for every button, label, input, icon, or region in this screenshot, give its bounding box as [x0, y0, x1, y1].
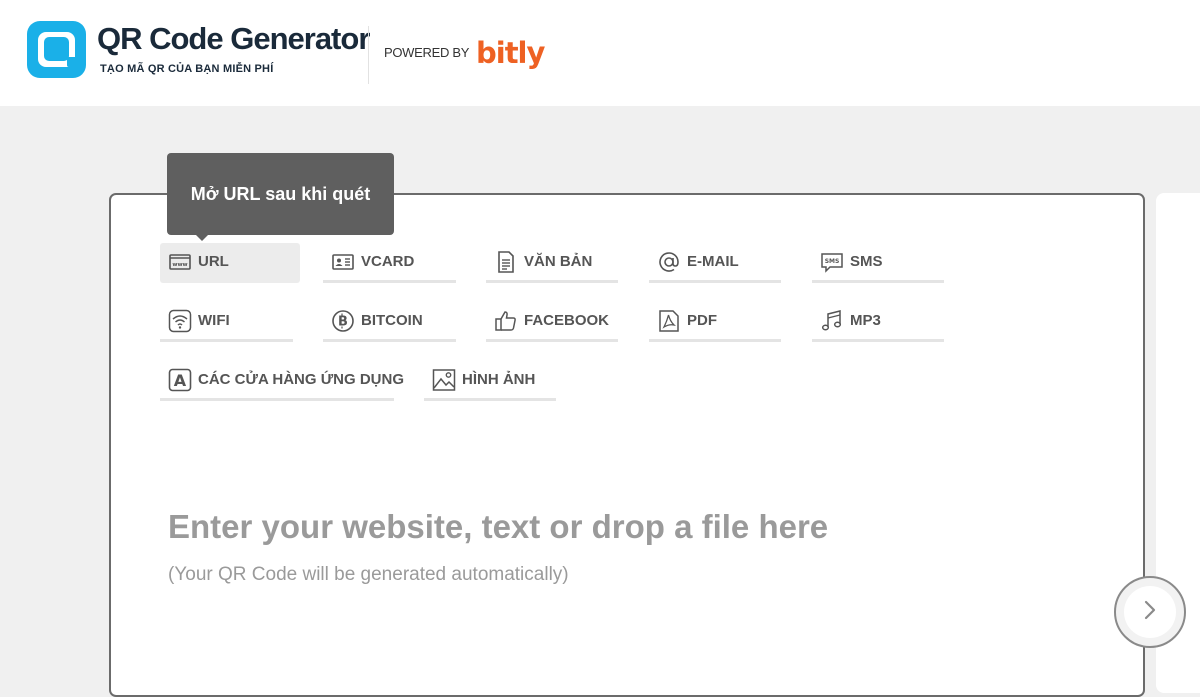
tab-text-label: VĂN BẢN [524, 253, 593, 270]
tab-pdf-label: PDF [687, 312, 717, 329]
brand-subtitle: TẠO MÃ QR CỦA BẠN MIỄN PHÍ [100, 63, 274, 75]
qr-logo-icon[interactable] [27, 21, 86, 78]
tab-mp3-label: MP3 [850, 312, 881, 329]
next-button-inner [1124, 586, 1176, 638]
tab-mp3[interactable]: MP3 [812, 302, 944, 342]
next-button[interactable] [1114, 576, 1186, 648]
tab-image-label: HÌNH ẢNH [462, 371, 536, 388]
brand-title[interactable]: QR Code Generator [97, 20, 370, 58]
text-document-icon [494, 250, 518, 274]
bitly-logo[interactable]: bitly [476, 37, 545, 69]
tab-image[interactable]: HÌNH ẢNH [424, 361, 556, 401]
pdf-icon [657, 309, 681, 333]
tab-wifi-label: WIFI [198, 312, 230, 329]
chevron-right-icon [1141, 599, 1159, 626]
tab-text[interactable]: VĂN BẢN [486, 243, 618, 283]
tab-vcard-label: VCARD [361, 253, 415, 270]
tab-facebook[interactable]: FACEBOOK [486, 302, 618, 342]
tab-url[interactable]: www URL [160, 243, 300, 283]
tab-app-stores[interactable]: A CÁC CỬA HÀNG ỨNG DỤNG [160, 361, 404, 401]
www-icon: www [168, 250, 192, 274]
vcard-icon [331, 250, 355, 274]
url-tooltip: Mở URL sau khi quét [167, 153, 394, 235]
tab-bitcoin[interactable]: B BITCOIN [323, 302, 456, 342]
thumbs-up-icon [494, 309, 518, 333]
tab-wifi[interactable]: WIFI [160, 302, 293, 342]
tab-facebook-label: FACEBOOK [524, 312, 610, 329]
svg-text:www: www [172, 262, 187, 268]
tab-vcard[interactable]: VCARD [323, 243, 456, 283]
svg-text:A: A [174, 371, 187, 390]
tab-app-stores-label: CÁC CỬA HÀNG ỨNG DỤNG [198, 371, 404, 388]
tab-pdf[interactable]: PDF [649, 302, 781, 342]
input-prompt[interactable]: Enter your website, text or drop a file … [168, 508, 828, 546]
at-icon [657, 250, 681, 274]
music-note-icon [820, 309, 844, 333]
svg-text:SMS: SMS [825, 258, 840, 265]
tab-url-label: URL [198, 253, 229, 270]
tab-email[interactable]: E-MAIL [649, 243, 781, 283]
tooltip-arrow [195, 234, 209, 241]
bitcoin-icon: B [331, 309, 355, 333]
svg-text:B: B [338, 314, 348, 329]
input-hint: (Your QR Code will be generated automati… [168, 564, 569, 585]
powered-by-label: POWERED BY [384, 45, 470, 60]
tab-sms-label: SMS [850, 253, 883, 270]
tab-email-label: E-MAIL [687, 253, 739, 270]
tab-sms[interactable]: SMS SMS [812, 243, 944, 283]
header-divider [368, 26, 369, 84]
site-header: QR Code Generator TẠO MÃ QR CỦA BẠN MIỄN… [0, 0, 1200, 106]
tab-bitcoin-label: BITCOIN [361, 312, 423, 329]
image-icon [432, 368, 456, 392]
wifi-icon [168, 309, 192, 333]
app-store-icon: A [168, 368, 192, 392]
sms-icon: SMS [820, 250, 844, 274]
